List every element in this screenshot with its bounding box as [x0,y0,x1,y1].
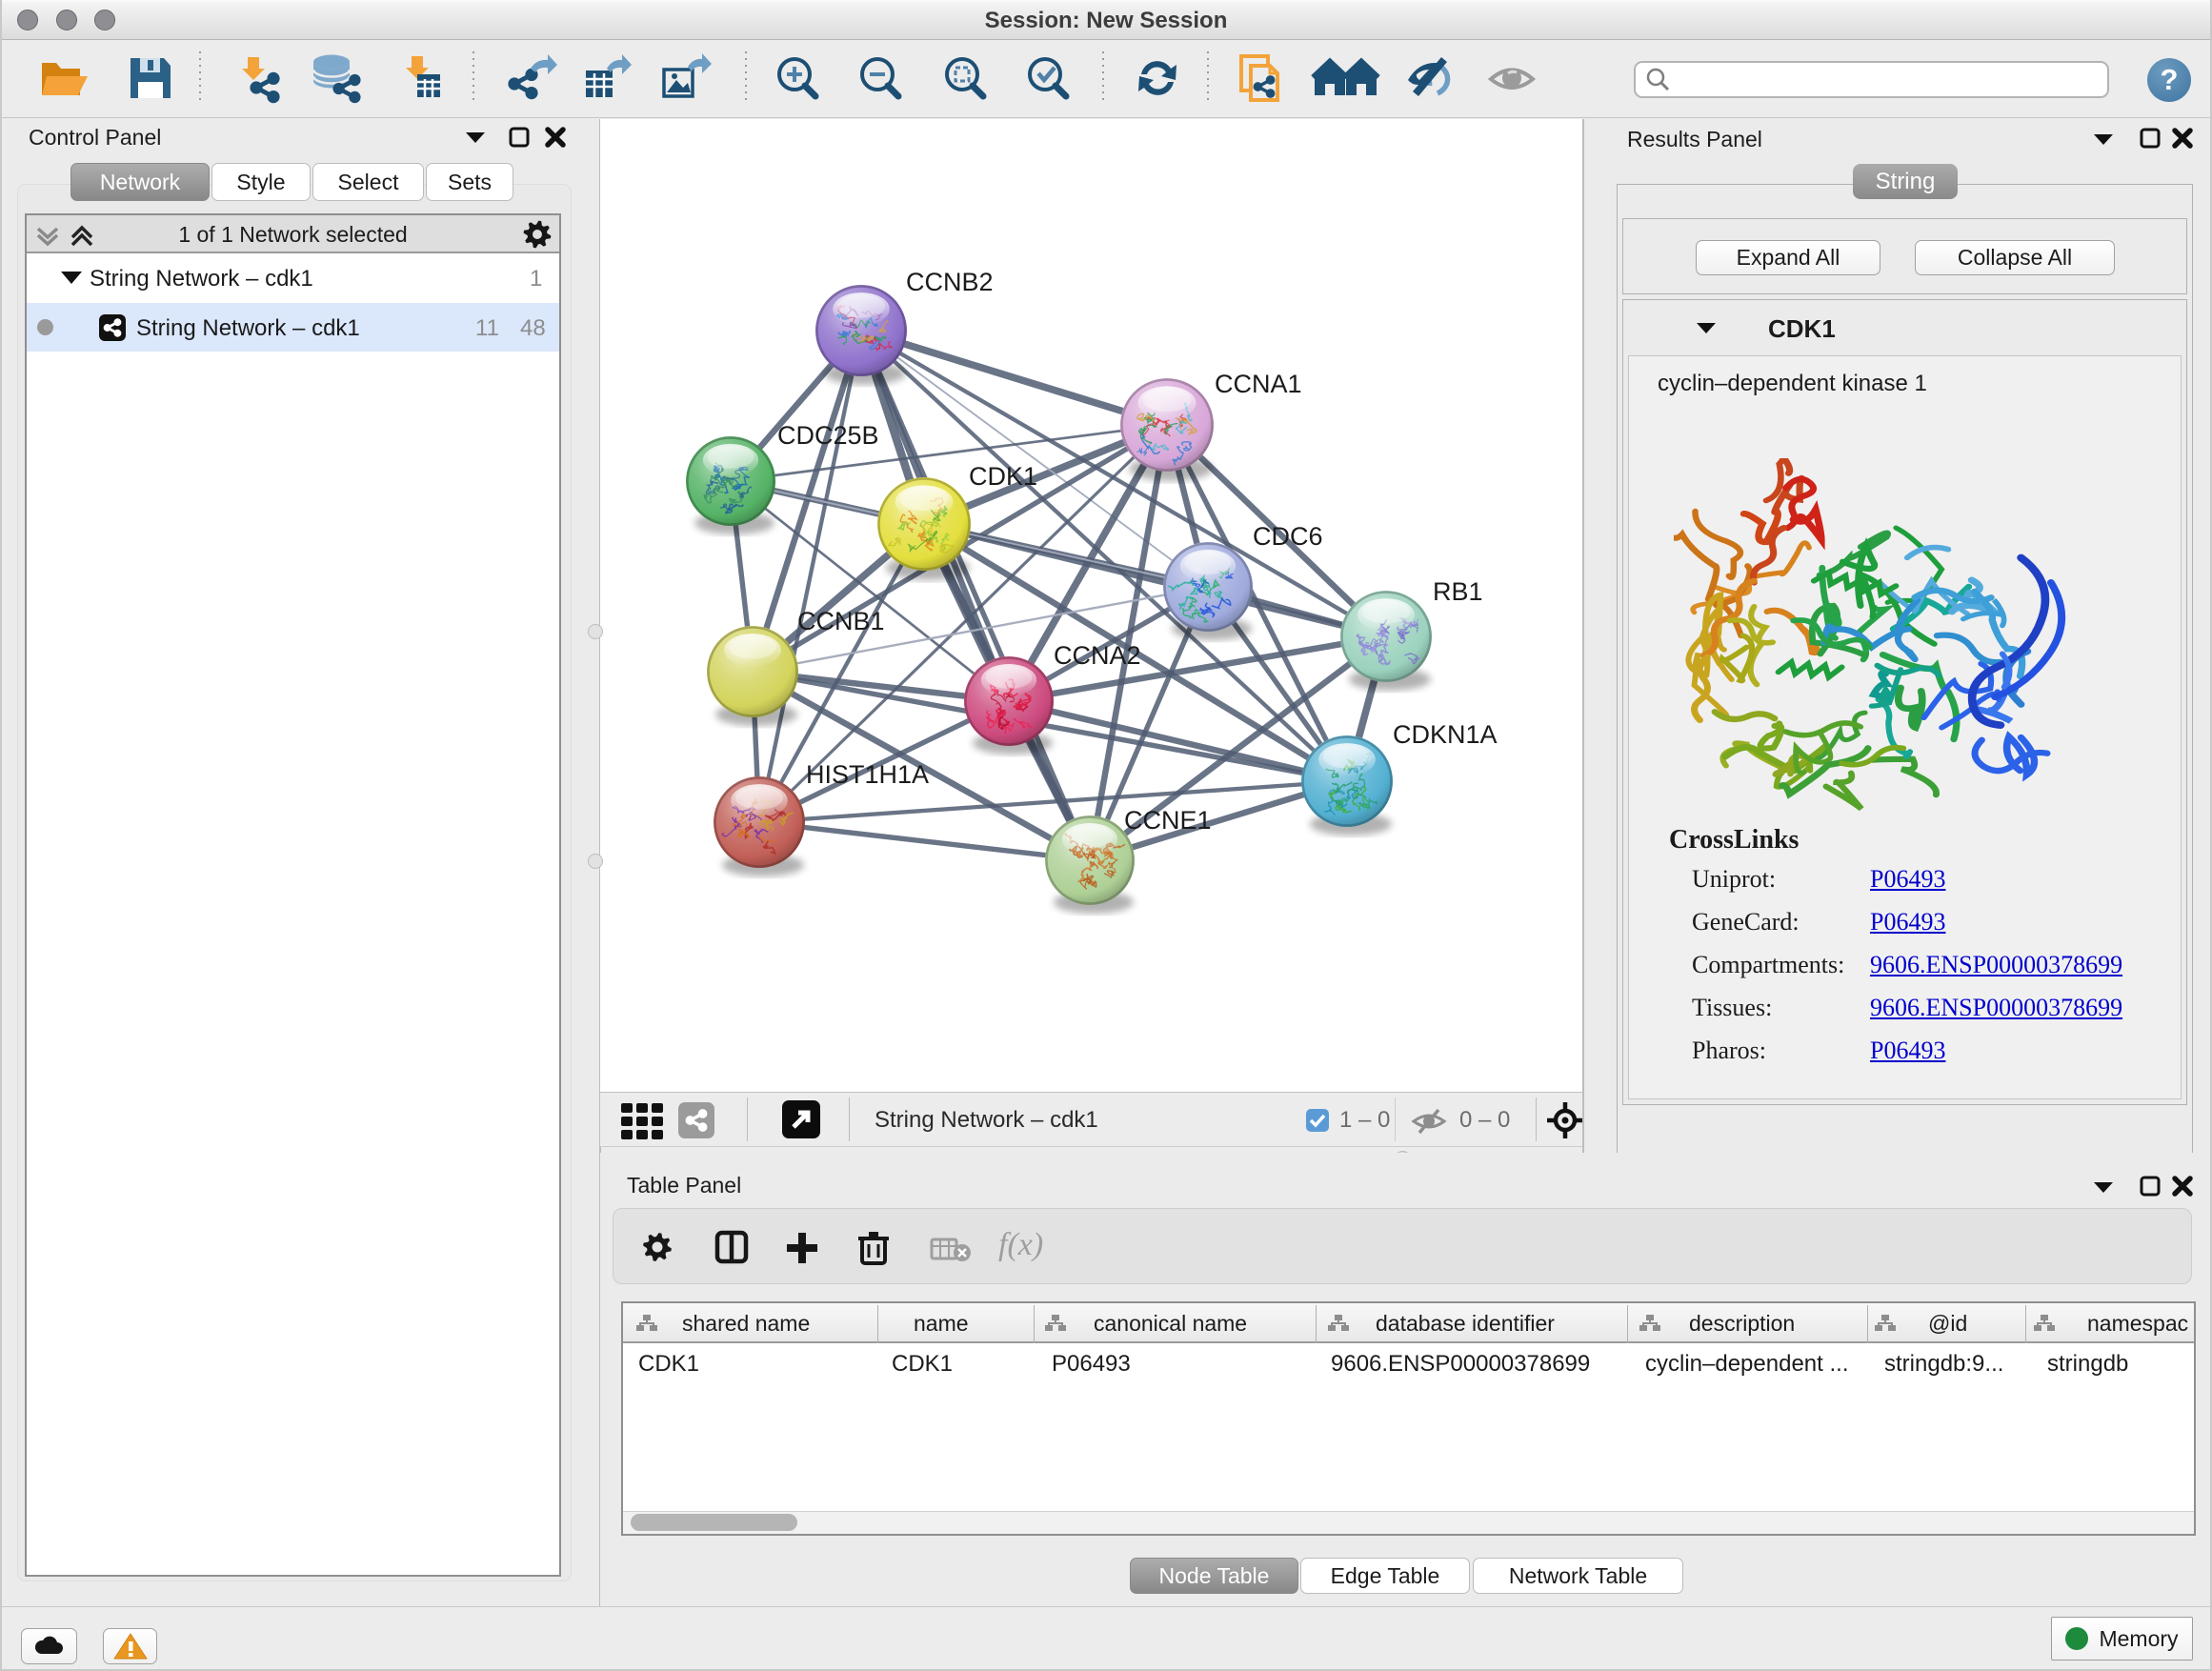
svg-text:CCNA2: CCNA2 [1054,641,1141,670]
svg-text:CCNB2: CCNB2 [906,268,994,296]
svg-text:HIST1H1A: HIST1H1A [806,760,929,789]
svg-text:CDC25B: CDC25B [777,421,879,450]
svg-text:CDKN1A: CDKN1A [1393,720,1498,749]
svg-text:CCNE1: CCNE1 [1124,806,1212,835]
svg-text:CCNA1: CCNA1 [1215,370,1302,398]
svg-text:CDC6: CDC6 [1253,522,1323,551]
svg-text:RB1: RB1 [1433,577,1483,606]
svg-text:CCNB1: CCNB1 [797,607,885,635]
svg-text:CDK1: CDK1 [969,462,1037,491]
